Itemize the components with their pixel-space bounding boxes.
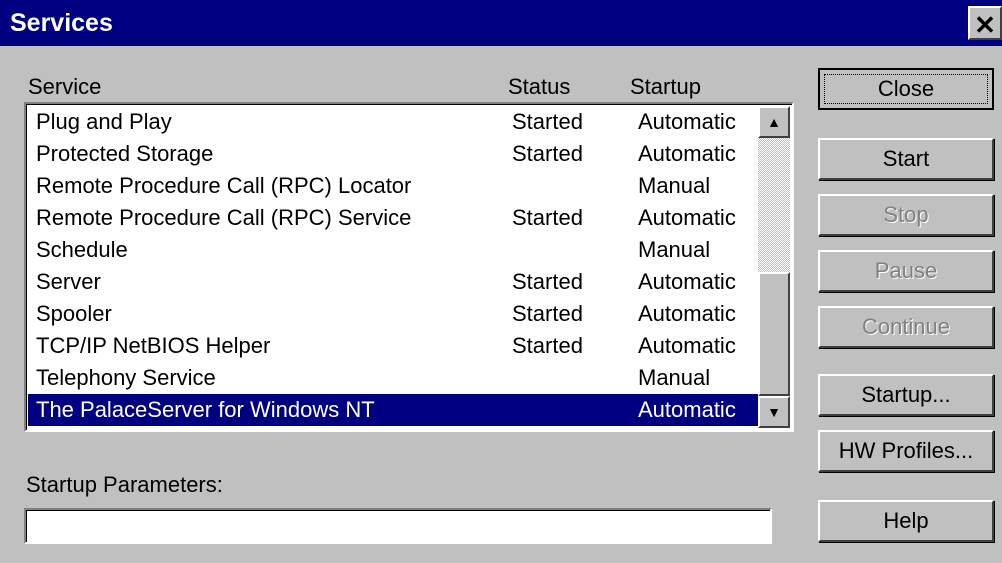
scroll-up-icon[interactable]: ▲: [758, 106, 790, 138]
service-name: Remote Procedure Call (RPC) Locator: [36, 173, 412, 198]
service-row[interactable]: Plug and Play Started Automatic: [28, 106, 762, 138]
service-row[interactable]: Spooler Started Automatic: [28, 298, 762, 330]
service-status: Started: [512, 205, 583, 230]
start-button[interactable]: Start: [818, 138, 994, 180]
title-bar: Services ✕: [0, 0, 1002, 46]
service-status: Started: [512, 109, 583, 134]
service-name: Server: [36, 269, 101, 294]
close-button[interactable]: Close: [818, 68, 994, 110]
service-row[interactable]: Server Started Automatic: [28, 266, 762, 298]
scroll-down-icon[interactable]: ▼: [758, 396, 790, 428]
service-status: Started: [512, 269, 583, 294]
services-rows: Plug and Play Started Automatic Protected S…: [28, 106, 762, 426]
service-name: Plug and Play: [36, 109, 172, 134]
service-status: Started: [512, 333, 583, 358]
service-name: TCP/IP NetBIOS Helper: [36, 333, 271, 358]
column-header-service[interactable]: Service: [28, 74, 101, 100]
service-name: Protected Storage: [36, 141, 214, 166]
startup-button-label: Startup...: [861, 382, 951, 407]
service-startup-type: Automatic: [638, 397, 736, 422]
service-row[interactable]: Remote Procedure Call (RPC) Service Start…: [28, 202, 762, 234]
service-status: Started: [512, 141, 583, 166]
stop-button: Stop: [818, 194, 994, 236]
continue-button-label: Continue: [861, 314, 951, 339]
hw-profiles-button[interactable]: HW Profiles...: [818, 430, 994, 472]
help-button-label: Help: [883, 508, 929, 533]
stop-button-label: Stop: [883, 202, 929, 227]
service-startup-type: Manual: [638, 365, 711, 390]
vertical-scrollbar[interactable]: ▲ ▼: [758, 106, 790, 428]
pause-button: Pause: [818, 250, 994, 292]
column-header-startup[interactable]: Startup: [630, 74, 701, 100]
window-title: Services: [10, 9, 113, 37]
service-name: Telephony Service: [36, 365, 216, 390]
service-row[interactable]: Remote Procedure Call (RPC) Locator Manua…: [28, 170, 762, 202]
help-button[interactable]: Help: [818, 500, 994, 542]
service-startup-type: Manual: [638, 173, 711, 198]
close-icon[interactable]: ✕: [968, 6, 1002, 40]
service-startup-type: Automatic: [638, 141, 736, 166]
hw-profiles-button-label: HW Profiles...: [838, 438, 974, 463]
service-name: The PalaceServer for Windows NT: [36, 397, 375, 422]
startup-parameters-label: Startup Parameters:: [26, 472, 223, 497]
scroll-thumb[interactable]: [758, 272, 790, 396]
service-startup-type: Manual: [638, 237, 711, 262]
service-startup-type: Automatic: [638, 333, 736, 358]
services-list[interactable]: Plug and Play Started Automatic Protected S…: [24, 102, 794, 432]
service-row[interactable]: TCP/IP NetBIOS Helper Started Automatic: [28, 330, 762, 362]
service-name: Remote Procedure Call (RPC) Service: [36, 205, 412, 230]
continue-button: Continue: [818, 306, 994, 348]
service-row[interactable]: Protected Storage Started Automatic: [28, 138, 762, 170]
close-button-label: Close: [824, 74, 988, 104]
startup-button[interactable]: Startup...: [818, 374, 994, 416]
service-row[interactable]: Telephony Service Manual: [28, 362, 762, 394]
column-header-status[interactable]: Status: [508, 74, 570, 100]
service-startup-type: Automatic: [638, 109, 736, 134]
service-status: Started: [512, 301, 583, 326]
pause-button-label: Pause: [874, 258, 938, 283]
service-startup-type: Automatic: [638, 205, 736, 230]
service-name: Schedule: [36, 237, 128, 262]
service-row[interactable]: Schedule Manual: [28, 234, 762, 266]
service-startup-type: Automatic: [638, 269, 736, 294]
start-button-label: Start: [882, 146, 930, 171]
service-startup-type: Automatic: [638, 301, 736, 326]
service-name: Spooler: [36, 301, 112, 326]
startup-parameters-input[interactable]: [24, 508, 772, 544]
service-row[interactable]: The PalaceServer for Windows NT Automatic: [28, 394, 762, 426]
